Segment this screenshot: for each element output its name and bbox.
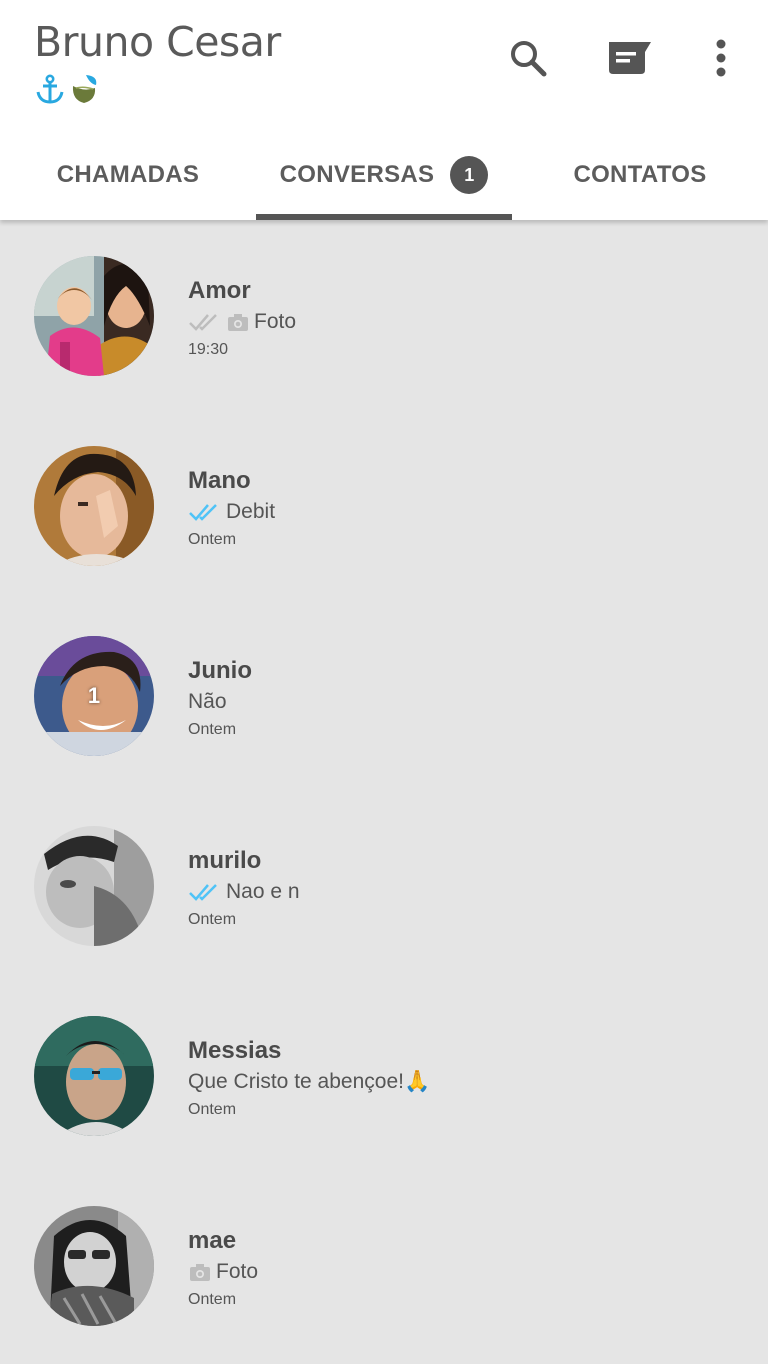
double-check-blue-icon (188, 882, 222, 902)
double-check-blue-icon (188, 502, 222, 522)
contact-name: Junio (188, 657, 252, 684)
message-preview: Que Cristo te abençoe!🙏 (188, 1070, 430, 1094)
contact-name: mae (188, 1227, 237, 1254)
search-button[interactable] (504, 36, 552, 84)
new-chat-button[interactable] (606, 36, 654, 84)
active-tab-indicator (256, 214, 512, 220)
message-time: 19:30 (188, 341, 229, 358)
tab-label: CONTATOS (573, 161, 707, 188)
tab-contatos[interactable]: CONTATOS (512, 130, 768, 220)
chat-row-murilo[interactable]: murilo Nao e n Ontem (0, 790, 768, 980)
preview-text: Nao e n (226, 880, 300, 903)
search-icon (508, 38, 548, 83)
camera-icon (226, 312, 250, 332)
preview-text: Não (188, 690, 227, 713)
teacup-leaf-icon (68, 72, 102, 106)
preview-text: Debit (226, 500, 276, 523)
message-time: Ontem (188, 1291, 237, 1308)
message-preview: Foto (188, 1260, 258, 1284)
tab-chamadas[interactable]: CHAMADAS (0, 130, 256, 220)
message-preview: Debit (188, 500, 275, 524)
more-vert-icon (715, 38, 727, 83)
new-chat-icon (605, 38, 655, 83)
status-emojis (34, 72, 102, 106)
chat-row-messias[interactable]: Messias Que Cristo te abençoe!🙏 Ontem (0, 980, 768, 1170)
message-time: Ontem (188, 721, 237, 738)
chat-row-mae[interactable]: mae Foto Ontem (0, 1170, 768, 1360)
avatar[interactable]: 1 (34, 636, 154, 756)
profile-name[interactable]: Bruno Cesar (34, 18, 281, 66)
contact-name: Amor (188, 277, 251, 304)
avatar-unread-count: 1 (87, 683, 101, 708)
message-time: Ontem (188, 531, 237, 548)
contact-name: Mano (188, 467, 251, 494)
avatar[interactable] (34, 256, 154, 376)
chat-row-mano[interactable]: Mano Debit Ontem (0, 410, 768, 600)
avatar[interactable] (34, 446, 154, 566)
preview-text: Que Cristo te abençoe!🙏 (188, 1070, 431, 1093)
tab-label: CHAMADAS (56, 161, 200, 188)
camera-icon (188, 1262, 212, 1282)
chat-row-amor[interactable]: Amor Foto 19:30 (0, 220, 768, 410)
avatar[interactable] (34, 1206, 154, 1326)
avatar[interactable] (34, 826, 154, 946)
tab-bar: CHAMADAS CONVERSAS 1 CONTATOS (0, 130, 768, 220)
double-check-gray-icon (188, 312, 222, 332)
more-options-button[interactable] (697, 36, 745, 84)
preview-text: Foto (216, 1260, 259, 1283)
message-preview: Nao e n (188, 880, 300, 904)
app-header: Bruno Cesar CHAMADAS CONVERSAS 1 CONTATO… (0, 0, 768, 220)
anchor-icon (34, 73, 66, 105)
message-preview: Não (188, 690, 227, 714)
preview-text: Foto (254, 310, 297, 333)
avatar[interactable] (34, 1016, 154, 1136)
contact-name: Messias (188, 1037, 282, 1064)
contact-name: murilo (188, 847, 262, 874)
message-preview: Foto (188, 310, 296, 334)
tab-conversas[interactable]: CONVERSAS 1 (256, 130, 512, 220)
message-time: Ontem (188, 911, 237, 928)
tab-label: CONVERSAS (279, 161, 435, 188)
chat-row-junio[interactable]: 1 Junio Não Ontem (0, 600, 768, 790)
message-time: Ontem (188, 1101, 237, 1118)
unread-badge: 1 (450, 156, 489, 194)
